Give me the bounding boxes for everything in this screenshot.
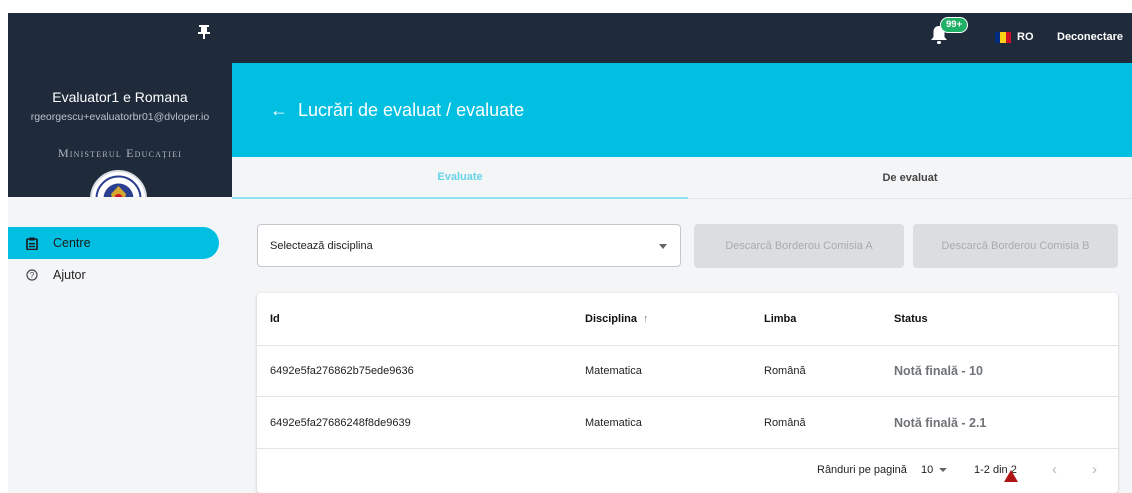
column-header-label: Disciplina (585, 313, 637, 325)
cell-id: 6492e5fa27686248f8de9639 (270, 416, 411, 429)
page-title: Lucrări de evaluat / evaluate (298, 100, 525, 120)
mouse-cursor-icon (1004, 470, 1018, 482)
column-header-id[interactable]: Id (270, 293, 280, 345)
ministry-name: Ministerul Educației (57, 146, 183, 160)
discipline-select-value: Selectează disciplina (270, 239, 373, 252)
sort-ascending-icon: ↑ (642, 313, 649, 325)
discipline-select[interactable]: Selectează disciplina (257, 224, 681, 267)
sidebar-item-label: Ajutor (53, 268, 86, 282)
table-header-row: Id Disciplina ↑ Limba Status (257, 293, 1118, 346)
tab-evaluate[interactable]: Evaluate (232, 157, 688, 199)
cell-discipline: Matematica (585, 416, 642, 429)
sidebar-menu: Centre ? Ajutor (8, 197, 232, 493)
cell-language: Română (764, 416, 806, 429)
svg-text:?: ? (30, 271, 35, 280)
tabs: Evaluate De evaluat (232, 157, 1132, 199)
cell-language: Română (764, 365, 806, 377)
sidebar-item-centre[interactable]: Centre (8, 227, 219, 259)
romania-flag-icon (995, 31, 1011, 43)
table-pagination: Rânduri pe pagină 10 1-2 din 2 ‹ › (257, 449, 1118, 493)
download-borderou-a-button[interactable]: Descarcă Borderou Comisia A (694, 224, 904, 268)
notification-badge[interactable]: 99+ (940, 17, 969, 33)
dropdown-arrow-icon (939, 468, 948, 472)
cell-discipline: Matematica (585, 365, 642, 377)
clipboard-icon (25, 236, 39, 250)
page-title-row: ← Lucrări de evaluat / evaluate (270, 100, 524, 121)
sidebar-item-label: Centre (53, 236, 91, 250)
rows-per-page-select[interactable]: 10 (921, 464, 948, 476)
download-borderou-b-button[interactable]: Descarcă Borderou Comisia B (913, 224, 1118, 268)
cell-status: Notă finală - 10 (894, 364, 983, 378)
column-header-limba[interactable]: Limba (764, 293, 796, 345)
cell-status: Notă finală - 2.1 (894, 415, 987, 430)
column-header-status[interactable]: Status (894, 293, 928, 345)
language-label: RO (1017, 31, 1034, 43)
sidebar: Evaluator1 e Romana rgeorgescu+evaluator… (8, 13, 232, 493)
rows-per-page-value: 10 (921, 464, 934, 476)
top-bar: 99+ RO Deconectare (232, 13, 1132, 63)
user-name: Evaluator1 e Romana (52, 89, 188, 105)
next-page-chevron-icon[interactable]: › (1092, 461, 1097, 478)
user-email: rgeorgescu+evaluatorbr01@dvloper.io (30, 111, 210, 123)
cell-id: 6492e5fa276862b75ede9636 (270, 365, 414, 377)
help-icon: ? (25, 268, 39, 282)
back-arrow-icon[interactable]: ← (270, 100, 288, 121)
dropdown-arrow-icon (659, 244, 667, 249)
sidebar-item-ajutor[interactable]: ? Ajutor (8, 259, 219, 291)
tab-de-evaluat[interactable]: De evaluat (688, 157, 1132, 199)
logout-button[interactable]: Deconectare (1057, 31, 1123, 43)
table-row[interactable]: 6492e5fa27686248f8de9639 Matematica Româ… (257, 397, 1118, 449)
previous-page-chevron-icon[interactable]: ‹ (1052, 461, 1057, 478)
pin-icon[interactable] (198, 24, 210, 42)
page-header: ← Lucrări de evaluat / evaluate (232, 63, 1132, 157)
column-header-disciplina[interactable]: Disciplina ↑ (585, 293, 648, 345)
language-selector[interactable]: RO (995, 31, 1034, 43)
page: Evaluator1 e Romana rgeorgescu+evaluator… (0, 0, 1132, 493)
table-row[interactable]: 6492e5fa276862b75ede9636 Matematica Româ… (257, 346, 1118, 397)
pin-icon-svg (198, 25, 210, 39)
app-frame: Evaluator1 e Romana rgeorgescu+evaluator… (8, 13, 1132, 493)
rows-per-page-label: Rânduri pe pagină (817, 464, 907, 476)
evaluations-table: Id Disciplina ↑ Limba Status 6492e5fa276… (257, 293, 1118, 493)
